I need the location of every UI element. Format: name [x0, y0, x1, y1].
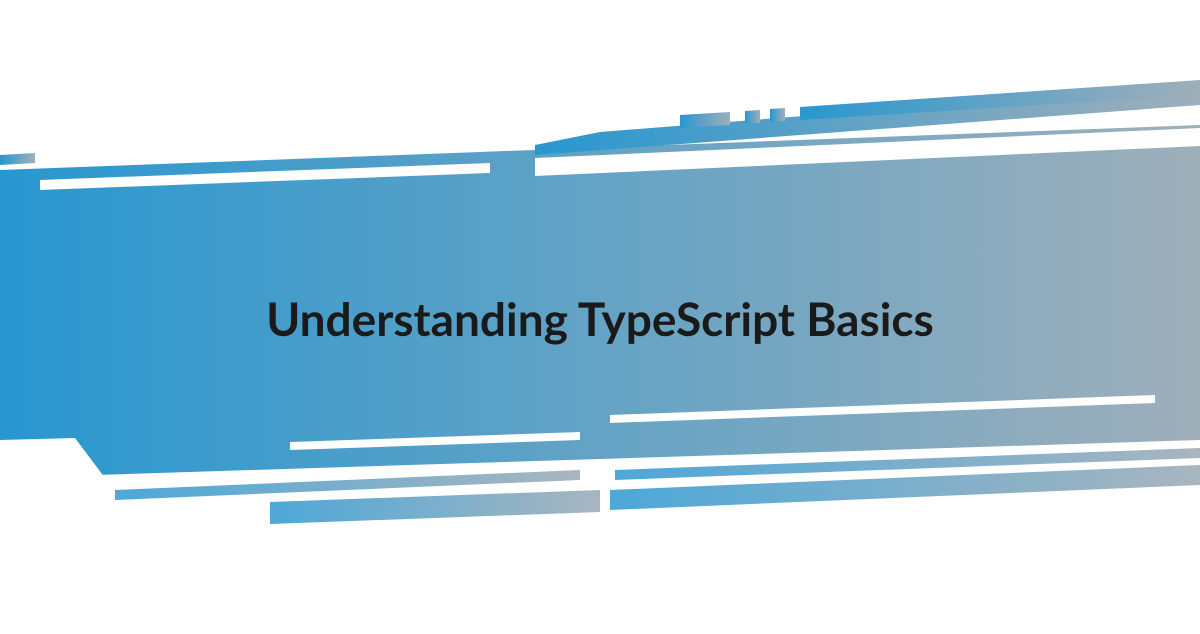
page-title: Understanding TypeScript Basics — [0, 291, 1200, 346]
